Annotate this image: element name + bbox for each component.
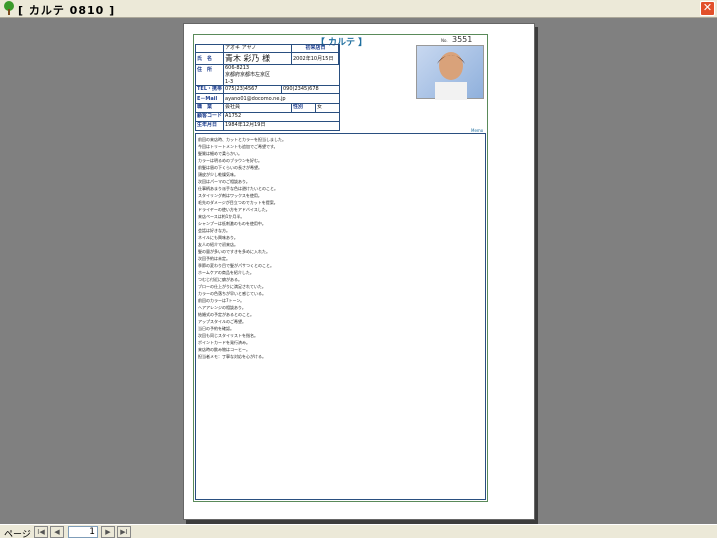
memo-line: 次回はパーマのご相談あり。	[198, 179, 250, 184]
email-value: ayano01@docomo.ne.jp	[225, 96, 286, 102]
memo-line: 会話は好きな方。	[198, 228, 230, 233]
memo-line: アップスタイルのご希望。	[198, 319, 246, 324]
next-page-button[interactable]: ▶	[101, 526, 115, 538]
memo-line: 季節の変わり目で髪がパサつくとのこと。	[198, 263, 274, 268]
memo-line: 前回の来店時、カットとカラーを担当しました。	[198, 137, 286, 142]
memo-line: 来店時の飲み物はコーヒー。	[198, 347, 250, 352]
first-visit-label: 初来店日	[292, 45, 339, 52]
job-value: 会社員	[224, 104, 292, 112]
karte-number: 3551	[452, 35, 473, 44]
furigana-value: アオキ アヤノ	[224, 45, 292, 52]
memo-line: つむじ付近に癖がある。	[198, 277, 242, 282]
memo-line: ドライヤーの使い方をアドバイスした。	[198, 207, 270, 212]
info-row-ref: 顧客コード A1752	[196, 113, 339, 122]
dob-label: 生年月日	[196, 122, 224, 131]
prev-page-button[interactable]: ◀	[50, 526, 64, 538]
job-label: 職 業	[196, 104, 224, 112]
email-label: E－Mail	[196, 94, 224, 103]
memo-line: 頭皮が少し乾燥気味。	[198, 172, 238, 177]
memo-line: 髪の量が多いのですきを多めに入れた。	[198, 249, 270, 254]
mobile-value: 090(2345)678	[283, 86, 319, 92]
karte-frame: 【 カルテ 】 No. 3551 アオキ アヤノ 初来店日 氏 名 青木 彩乃 …	[193, 34, 488, 502]
memo-line: 結婚式の予定があるとのこと。	[198, 312, 254, 317]
close-button[interactable]: ✕	[700, 1, 715, 16]
first-visit-value: 2002年10月15日	[292, 53, 339, 64]
info-row-email: E－Mail ayano01@docomo.ne.jp	[196, 94, 339, 104]
info-row-furigana: アオキ アヤノ 初来店日	[196, 45, 339, 53]
memo-line: 担当者メモ：丁寧な対応を心がける。	[198, 354, 266, 359]
memo-line: 髪質は細めで柔らかい。	[198, 151, 242, 156]
tel-label: TEL・携帯	[197, 86, 224, 93]
status-bar: ページ I◀ ◀ 1 ▶ ▶I	[0, 524, 717, 538]
window-title: [ カルテ 0810 ]	[18, 4, 116, 17]
memo-line: ネイルにも興味あり。	[198, 235, 238, 240]
first-page-button[interactable]: I◀	[34, 526, 48, 538]
title-bar: [ カルテ 0810 ] ✕	[0, 0, 717, 18]
ref-value: A1752	[225, 113, 242, 119]
info-row-address: 住 所 606-8213 京都府京都市左京区 1-3	[196, 65, 339, 86]
memo-line: ヘアアレンジの相談あり。	[198, 305, 246, 310]
memo-line: 毛先のダメージが目立つのでカットを提案。	[198, 200, 278, 205]
address-label: 住 所	[196, 65, 224, 85]
memo-line: 次回予約は未定。	[198, 256, 230, 261]
memo-line: ブローの仕上がりに満足されていた。	[198, 284, 266, 289]
preview-canvas: 【 カルテ 】 No. 3551 アオキ アヤノ 初来店日 氏 名 青木 彩乃 …	[0, 18, 717, 524]
customer-photo	[416, 45, 484, 100]
tel-value: 075(23)4567	[224, 86, 282, 93]
memo-line: 前髪は眉の下くらいの長さが希望。	[198, 165, 262, 170]
preview-page: 【 カルテ 】 No. 3551 アオキ アヤノ 初来店日 氏 名 青木 彩乃 …	[183, 23, 535, 520]
memo-line: 当日の予約を確認。	[198, 326, 234, 331]
page-label: ページ	[4, 530, 31, 538]
memo-line: ホームケアの商品を紹介した。	[198, 270, 254, 275]
memo-line: 次回も同じスタイリストを指名。	[198, 333, 258, 338]
name-value: 青木 彩乃 様	[224, 53, 292, 64]
memo-line: 来店ペースは約1か月半。	[198, 214, 245, 219]
address2-value: 1-3	[225, 79, 234, 85]
sex-label: 性別	[292, 104, 316, 112]
memo-line: シャンプーは低刺激のものを使用中。	[198, 221, 266, 226]
memo-line: 前回のカラーは7トーン。	[198, 298, 245, 303]
customer-info-table: アオキ アヤノ 初来店日 氏 名 青木 彩乃 様 2002年10月15日 住 所…	[195, 44, 340, 131]
info-row-job: 職 業 会社員 性別 女	[196, 104, 339, 113]
sex-value: 女	[317, 104, 323, 110]
memo-line: カラーの色落ちが早いと感じている。	[198, 291, 266, 296]
memo-line: 友人の紹介で初来店。	[198, 242, 238, 247]
info-row-tel: TEL・携帯 075(23)4567 090(2345)678	[196, 86, 339, 94]
postal-value: 606-8213	[225, 65, 250, 71]
memo-line: ポイントカードを発行済み。	[198, 340, 250, 345]
page-number-input[interactable]: 1	[68, 526, 98, 538]
info-row-dob: 生年月日 1984年12月19日	[196, 122, 339, 131]
karte-number-label: No.	[441, 38, 448, 43]
last-page-button[interactable]: ▶I	[117, 526, 131, 538]
memo-box: 前回の来店時、カットとカラーを担当しました。 今回はトリートメントも追加でご希望で…	[195, 133, 486, 500]
name-label: 氏 名	[196, 53, 224, 64]
address-value: 京都府京都市左京区	[225, 72, 271, 78]
memo-line: スタイリング剤はワックスを使用。	[198, 193, 262, 198]
memo-line: 仕事柄あまり派手な色は避けたいとのこと。	[198, 186, 278, 191]
ref-label: 顧客コード	[197, 113, 224, 121]
memo-line: カラーは明るめのブラウンを好む。	[198, 158, 262, 163]
memo-line: 今回はトリートメントも追加でご希望です。	[198, 144, 278, 149]
info-row-name: 氏 名 青木 彩乃 様 2002年10月15日	[196, 53, 339, 65]
tree-icon	[4, 1, 14, 15]
dob-value: 1984年12月19日	[225, 122, 266, 128]
